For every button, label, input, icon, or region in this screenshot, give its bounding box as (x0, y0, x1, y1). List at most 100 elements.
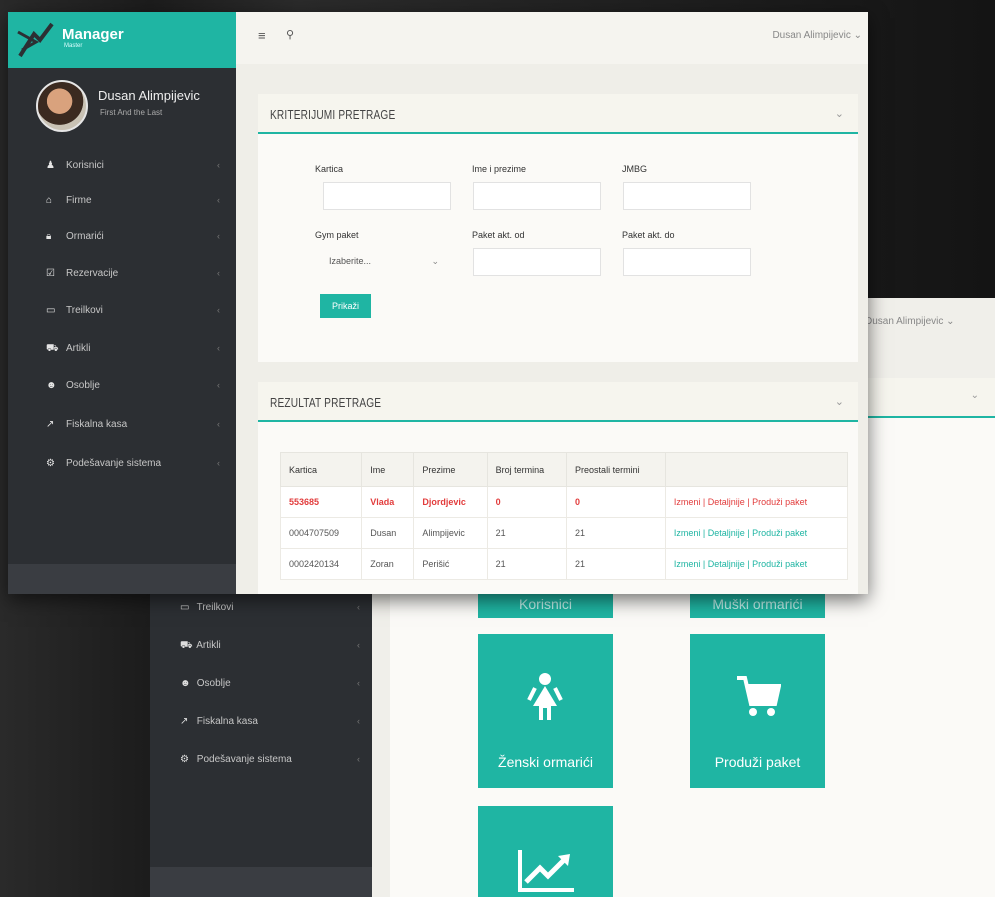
kartica-input[interactable] (323, 182, 451, 210)
top-bar: ≡ ⚲ Dusan Alimpijevic ⌄ (236, 12, 868, 64)
cell-ime: Dusan (361, 517, 415, 549)
results-panel-header[interactable]: REZULTAT PRETRAGE ⌄ (258, 382, 858, 422)
paket-od-label: Paket akt. od (472, 230, 525, 240)
app-name: Manager (62, 26, 124, 43)
sidebar-item-artikli[interactable]: ⛟ Artikli ‹ (46, 343, 226, 363)
gym-paket-select[interactable]: Izaberite... ⌄ (315, 248, 449, 276)
cell-ime: Vlada (361, 486, 415, 518)
main-window: Manager Master Dusan Alimpijevic First A… (8, 12, 868, 594)
produzi-paket-link[interactable]: Produži paket (752, 528, 807, 538)
bg-sidebar-footer (150, 867, 372, 897)
cell-broj-termina: 0 (486, 486, 568, 518)
chevron-left-icon: ‹ (217, 195, 220, 205)
cell-broj-termina: 21 (486, 517, 568, 549)
ime-prezime-input[interactable] (473, 182, 601, 210)
sidebar-item-rezervacije[interactable]: ☑ Rezervacije ‹ (46, 268, 226, 288)
tile-label: Ženski ormarići (498, 754, 593, 770)
detaljnije-link[interactable]: Detaljnije (708, 528, 745, 538)
izmeni-link[interactable]: Izmeni (674, 497, 701, 507)
bg-sidebar-item-podesavanje[interactable]: ⚙ Podešavanje sistema ‹ (180, 754, 360, 774)
logo-icon (17, 22, 54, 58)
column-header[interactable]: Broj termina (486, 452, 568, 487)
ime-prezime-label: Ime i prezime (472, 164, 527, 174)
search-panel-header[interactable]: KRITERIJUMI PRETRAGE ⌄ (258, 94, 858, 134)
user-profile: Dusan Alimpijevic First And the Last (8, 74, 236, 144)
sidebar-item-osoblje[interactable]: ☻ Osoblje ‹ (46, 380, 226, 400)
tile-label: Muški ormarići (712, 596, 803, 612)
search-button[interactable]: Prikaži (320, 294, 372, 318)
female-icon (527, 673, 563, 720)
produzi-paket-link[interactable]: Produži paket (752, 559, 807, 569)
detaljnije-link[interactable]: Detaljnije (708, 559, 745, 569)
lock-icon: 🔒︎ (46, 231, 52, 242)
jmbg-input[interactable] (623, 182, 751, 210)
brand-header[interactable]: Manager Master (8, 12, 236, 68)
bg-sidebar-item-osoblje[interactable]: ☻ Osoblje ‹ (180, 678, 360, 698)
paket-od-input[interactable] (473, 248, 601, 276)
column-header[interactable]: Prezime (413, 452, 488, 487)
tile-statistika[interactable] (478, 806, 613, 897)
chevron-left-icon: ‹ (217, 160, 220, 170)
bg-sidebar-item-label: Artikli (196, 640, 221, 651)
sidebar-item-ormarici[interactable]: 🔒︎ Ormarići ‹ (46, 231, 226, 251)
search-criteria-panel: KRITERIJUMI PRETRAGE ⌄ Kartica Ime i pre… (258, 94, 858, 362)
chevron-left-icon: ‹ (357, 602, 360, 612)
cell-broj-termina: 21 (486, 548, 568, 580)
cell-actions: Izmeni | Detaljnije | Produži paket (664, 548, 849, 580)
bg-sidebar-item-label: Treilkovi (196, 602, 234, 613)
chevron-down-icon[interactable]: ⌄ (835, 107, 844, 120)
cell-preostali-termini: 21 (566, 517, 666, 549)
table-row: 553685 Vlada Djordjevic 0 0 Izmeni | Det… (279, 486, 849, 518)
cell-prezime: Alimpijevic (413, 517, 488, 549)
table-row: 0004707509 Dusan Alimpijevic 21 21 Izmen… (279, 517, 849, 549)
building-icon: ⌂ (46, 195, 53, 206)
column-header[interactable]: Ime (361, 452, 415, 487)
tile-label: Korisnici (519, 596, 572, 612)
chevron-left-icon: ‹ (217, 380, 220, 390)
user-role: First And the Last (100, 108, 163, 117)
user-dropdown[interactable]: Dusan Alimpijevic ⌄ (772, 30, 862, 41)
chevron-left-icon: ‹ (357, 754, 360, 764)
search-icon[interactable]: ⚲ (286, 28, 294, 41)
sidebar-item-label: Treilkovi (66, 305, 103, 316)
tile-produzi-paket[interactable]: Produži paket (690, 634, 825, 788)
chevron-left-icon: ‹ (217, 231, 220, 241)
column-header[interactable]: Kartica (279, 452, 363, 487)
sidebar-item-podesavanje-sistema[interactable]: ⚙ Podešavanje sistema ‹ (46, 458, 226, 478)
chevron-left-icon: ‹ (217, 419, 220, 429)
paket-do-input[interactable] (623, 248, 751, 276)
bg-sidebar-item-fiskalna-kasa[interactable]: ↗ Fiskalna kasa ‹ (180, 716, 360, 736)
izmeni-link[interactable]: Izmeni (674, 559, 701, 569)
bg-user-dropdown[interactable]: Dusan Alimpijevic ⌄ (865, 316, 955, 327)
separator: | (747, 528, 750, 538)
search-panel-title: KRITERIJUMI PRETRAGE (270, 107, 396, 122)
chevron-down-icon[interactable]: ⌄ (971, 390, 979, 401)
sidebar-item-label: Podešavanje sistema (66, 458, 162, 469)
bg-sidebar-item-label: Podešavanje sistema (196, 754, 292, 765)
chevron-left-icon: ‹ (217, 343, 220, 353)
sidebar-item-firme[interactable]: ⌂ Firme ‹ (46, 195, 226, 215)
detaljnije-link[interactable]: Detaljnije (708, 497, 745, 507)
gears-icon: ⚙ (180, 754, 189, 765)
sidebar-item-korisnici[interactable]: ♟ Korisnici ‹ (46, 160, 226, 180)
bg-sidebar-item-treilkovi[interactable]: ▭ Treilkovi ‹ (180, 602, 360, 622)
produzi-paket-link[interactable]: Produži paket (752, 497, 807, 507)
bg-sidebar-item-label: Osoblje (196, 678, 231, 689)
sidebar-item-fiskalna-kasa[interactable]: ↗ Fiskalna kasa ‹ (46, 419, 226, 439)
chevron-down-icon[interactable]: ⌄ (835, 395, 844, 408)
cell-preostali-termini: 21 (566, 548, 666, 580)
column-header[interactable]: Preostali termini (566, 452, 666, 487)
izmeni-link[interactable]: Izmeni (674, 528, 701, 538)
chevron-left-icon: ‹ (357, 678, 360, 688)
avatar[interactable] (36, 80, 88, 132)
hamburger-menu-icon[interactable]: ≡ (258, 28, 266, 43)
column-header (664, 452, 849, 487)
tile-label: Produži paket (714, 754, 801, 770)
chevron-left-icon: ‹ (217, 305, 220, 315)
table-header-row: Kartica Ime Prezime Broj termina Preosta… (279, 452, 849, 487)
sidebar-item-label: Firme (66, 195, 92, 206)
bg-sidebar-item-artikli[interactable]: ⛟ Artikli ‹ (180, 640, 360, 660)
sidebar-item-treilkovi[interactable]: ▭ Treilkovi ‹ (46, 305, 226, 325)
bg-panel-header: ⌄ (860, 378, 995, 418)
tile-zenski-ormarici[interactable]: Ženski ormarići (478, 634, 613, 788)
